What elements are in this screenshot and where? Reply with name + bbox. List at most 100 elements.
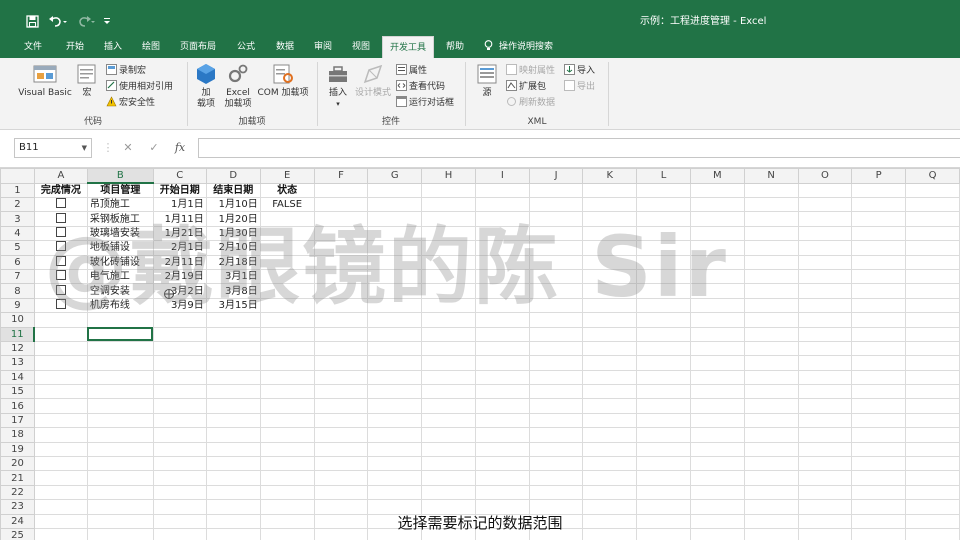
cell[interactable] (33, 484, 88, 501)
cell[interactable] (905, 340, 960, 357)
cell[interactable] (905, 297, 960, 314)
cell[interactable] (851, 340, 907, 357)
cell[interactable] (313, 441, 369, 458)
excel-addins-button[interactable]: Excel 加载项 (222, 62, 254, 110)
cell[interactable] (367, 297, 423, 314)
cell[interactable] (313, 499, 369, 515)
cell[interactable] (851, 369, 907, 386)
task-cell[interactable]: 空调安装 (86, 283, 154, 299)
start-date-cell[interactable]: 1月11日 (152, 211, 207, 227)
active-cell[interactable] (86, 326, 154, 342)
cell[interactable] (797, 441, 853, 458)
cell[interactable] (421, 254, 476, 270)
cell[interactable] (152, 456, 207, 472)
cell[interactable] (689, 441, 745, 458)
view-code-button[interactable]: 查看代码 (396, 80, 445, 94)
cell[interactable] (905, 254, 960, 270)
cell[interactable] (797, 412, 853, 429)
cell[interactable] (367, 513, 423, 529)
cell[interactable] (528, 369, 584, 386)
header-cell[interactable]: 完成情况 (33, 182, 88, 198)
cell[interactable] (367, 196, 423, 213)
cell[interactable] (421, 268, 476, 285)
cell[interactable] (797, 297, 853, 314)
cell[interactable] (367, 312, 423, 328)
cell[interactable] (689, 499, 745, 515)
checkbox[interactable] (55, 270, 66, 281)
cell[interactable] (797, 326, 853, 342)
cell[interactable] (528, 225, 584, 242)
map-properties-button[interactable]: 映射属性 (506, 64, 555, 78)
cell[interactable] (313, 211, 369, 227)
cell[interactable] (905, 456, 960, 472)
cell[interactable] (205, 513, 261, 529)
start-date-cell[interactable]: 2月1日 (152, 240, 207, 256)
cell[interactable] (797, 240, 853, 256)
cell[interactable] (86, 384, 154, 400)
cell[interactable] (474, 283, 530, 299)
cell[interactable] (743, 470, 799, 486)
cell[interactable] (905, 499, 960, 515)
cell[interactable] (313, 456, 369, 472)
cell[interactable] (474, 484, 530, 501)
cell[interactable] (259, 312, 315, 328)
cell[interactable] (86, 369, 154, 386)
cell[interactable] (421, 326, 476, 342)
cell[interactable] (367, 499, 423, 515)
record-macro-button[interactable]: 录制宏 (106, 64, 146, 78)
status-cell[interactable] (259, 225, 315, 242)
cell[interactable] (421, 412, 476, 429)
chevron-down-icon[interactable]: ▼ (82, 139, 87, 157)
cell[interactable] (313, 326, 369, 342)
cell[interactable] (905, 398, 960, 414)
start-date-cell[interactable]: 2月19日 (152, 268, 207, 285)
cell[interactable] (528, 326, 584, 342)
cell[interactable] (582, 196, 638, 213)
cell[interactable] (86, 470, 154, 486)
cell[interactable] (797, 369, 853, 386)
column-header[interactable]: B (86, 168, 154, 184)
cell[interactable] (851, 240, 907, 256)
cell[interactable] (743, 211, 799, 227)
cell[interactable] (743, 240, 799, 256)
status-cell[interactable] (259, 254, 315, 270)
cell[interactable] (259, 527, 315, 540)
checkbox-cell[interactable] (33, 196, 88, 213)
cell[interactable] (259, 470, 315, 486)
cell[interactable] (474, 384, 530, 400)
cell[interactable] (905, 527, 960, 540)
cell[interactable] (474, 340, 530, 357)
cell[interactable] (367, 254, 423, 270)
cell[interactable] (152, 499, 207, 515)
cell[interactable] (259, 427, 315, 443)
cell[interactable] (689, 384, 745, 400)
cell[interactable] (743, 254, 799, 270)
checkbox[interactable] (55, 284, 66, 295)
cell[interactable] (313, 527, 369, 540)
cell[interactable] (421, 355, 476, 371)
cell[interactable] (582, 326, 638, 342)
cell[interactable] (259, 384, 315, 400)
cell[interactable] (33, 412, 88, 429)
row-header[interactable]: 7 (0, 268, 35, 285)
cell[interactable] (33, 312, 88, 328)
cell[interactable] (851, 196, 907, 213)
row-header[interactable]: 9 (0, 297, 35, 314)
cell[interactable] (528, 412, 584, 429)
cell[interactable] (797, 384, 853, 400)
cell[interactable] (86, 441, 154, 458)
formula-input[interactable] (198, 138, 960, 158)
header-cell[interactable]: 项目管理 (86, 182, 154, 198)
cell[interactable] (33, 369, 88, 386)
status-cell[interactable] (259, 240, 315, 256)
task-cell[interactable]: 采钢板施工 (86, 211, 154, 227)
row-header[interactable]: 4 (0, 225, 35, 242)
cell[interactable] (367, 456, 423, 472)
cell[interactable] (689, 211, 745, 227)
cell[interactable] (743, 513, 799, 529)
cell[interactable] (636, 499, 691, 515)
cell[interactable] (474, 254, 530, 270)
cell[interactable] (689, 268, 745, 285)
cell[interactable] (367, 412, 423, 429)
cell[interactable] (313, 484, 369, 501)
